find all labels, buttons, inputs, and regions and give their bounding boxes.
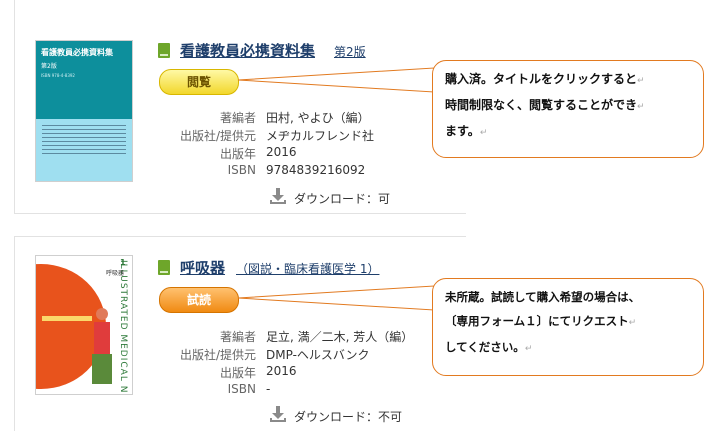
cover-2-vertical-text: ILLUSTRATED MEDICAL NURSING <box>118 260 128 395</box>
download-status-1: ダウンロード：可 <box>294 192 391 206</box>
value-year-1: 2016 <box>266 145 297 159</box>
callout-1-pointer <box>237 67 435 93</box>
callout-2-line-3: してください。 <box>445 340 525 354</box>
value-author-1: 田村, やよひ（編） <box>266 111 370 125</box>
view-button[interactable]: 閲覧 <box>159 69 239 95</box>
callout-1-line-3: ます。 <box>445 124 480 138</box>
value-isbn-2: - <box>266 382 271 396</box>
cover-1-edition: 第2版 <box>41 63 57 70</box>
value-author-2: 足立, 満／二木, 芳人（編） <box>266 330 414 344</box>
value-year-2: 2016 <box>266 364 297 378</box>
callout-2-line-2: 〔専用フォーム１〕にてリクエスト <box>445 314 629 328</box>
book-icon-2 <box>158 260 170 275</box>
value-publisher-1: メヂカルフレンド社 <box>266 129 375 143</box>
callout-1-line-2: 時間制限なく、閲覧することができ <box>445 98 638 112</box>
card-1-left-border <box>14 0 15 214</box>
label-author-2: 著編者 <box>219 330 256 344</box>
download-icon <box>270 406 286 422</box>
callout-not-owned: 未所蔵。試読して購入希望の場合は、 〔専用フォーム１〕にてリクエスト↵ してくだ… <box>432 278 704 376</box>
book-cover-2[interactable]: ILLUSTRATED MEDICAL NURSING 1 呼吸器 <box>35 255 133 395</box>
book-title-2[interactable]: 呼吸器 <box>180 257 225 278</box>
label-author-1: 著編者 <box>219 111 256 125</box>
label-isbn-2: ISBN <box>227 382 256 396</box>
card-2-left-border <box>14 236 15 431</box>
cover-2-number: 1 <box>120 258 126 267</box>
book-cover-1[interactable]: 看護教員必携資料集 第2版 ISBN 978-4-8392 <box>35 40 133 182</box>
book-title-1[interactable]: 看護教員必携資料集 <box>180 40 315 61</box>
book-edition-1: 第2版 <box>334 45 366 59</box>
cover-1-title: 看護教員必携資料集 <box>41 47 113 57</box>
label-year-1: 出版年 <box>219 147 256 161</box>
book-series-2: （図説・臨床看護医学 1） <box>236 262 380 276</box>
download-icon <box>270 188 286 204</box>
cover-2-name: 呼吸器 <box>106 270 125 277</box>
callout-2-line-1: 未所蔵。試読して購入希望の場合は、 <box>445 290 641 304</box>
label-year-2: 出版年 <box>219 366 256 380</box>
card-1-bottom-border <box>14 213 466 214</box>
callout-1-line-1: 購入済。タイトルをクリックすると <box>445 72 638 86</box>
label-publisher-2: 出版社/提供元 <box>179 348 256 362</box>
trial-read-button[interactable]: 試読 <box>159 287 239 313</box>
callout-purchased: 購入済。タイトルをクリックすると↵ 時間制限なく、閲覧することができ↵ ます。↵ <box>432 60 704 158</box>
label-isbn-1: ISBN <box>227 163 256 177</box>
label-publisher-1: 出版社/提供元 <box>179 129 256 143</box>
download-status-2: ダウンロード：不可 <box>294 410 403 424</box>
value-isbn-1: 9784839216092 <box>266 163 366 177</box>
cover-1-code: ISBN 978-4-8392 <box>41 73 75 78</box>
book-icon-1 <box>158 43 170 58</box>
callout-2-pointer <box>237 285 435 311</box>
value-publisher-2: DMP-ヘルスバンク <box>266 348 370 362</box>
card-2-top-border <box>14 236 466 237</box>
